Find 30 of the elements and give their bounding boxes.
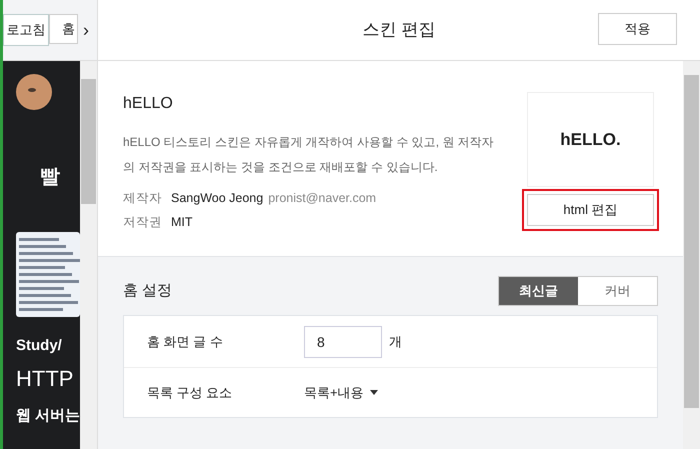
unit-label: 개 <box>389 332 402 351</box>
tab[interactable]: 최신글 <box>499 277 578 305</box>
scrollbar[interactable] <box>683 61 700 449</box>
avatar-icon <box>16 74 52 110</box>
refresh-button[interactable]: 로고침 <box>3 14 49 46</box>
skin-name: hELLO <box>123 94 174 114</box>
section-title: 홈 설정 <box>123 280 172 301</box>
blog-title: 빨 <box>40 165 61 190</box>
meta-value: SangWoo Jeong <box>171 190 264 207</box>
html-edit-button[interactable]: html 편집 <box>527 194 654 226</box>
apply-button[interactable]: 적용 <box>598 13 677 45</box>
meta-label: 제작자 <box>123 190 163 207</box>
thumbnail-logo: hELLO. <box>560 128 621 151</box>
post-category: Study/ <box>16 336 63 356</box>
tab[interactable]: 커버 <box>578 277 657 305</box>
scrollbar[interactable] <box>80 61 97 449</box>
window-title: 스킨 편집 <box>362 19 436 42</box>
meta-label: 저작권 <box>123 214 163 231</box>
post-title: HTTP <box>16 364 74 392</box>
post-excerpt: 웹 서버는 <box>16 406 80 426</box>
list-dropdown[interactable]: 목록+내용 <box>304 382 378 402</box>
setting-label: 목록 구성 요소 <box>147 384 234 402</box>
setting-label: 홈 화면 글 수 <box>147 332 224 351</box>
number-field[interactable]: 8 <box>304 326 382 358</box>
author-email: pronist@naver.com <box>268 190 376 207</box>
collapse-button[interactable]: › <box>79 18 93 42</box>
home-button[interactable]: 홈 <box>49 14 78 44</box>
caret-icon <box>370 390 378 395</box>
meta-value: MIT <box>171 214 193 231</box>
skin-description: hELLO 티스토리 스킨은 자유롭게 개작하여 사용할 수 있고, 원 저작자의 저작권을 표시하는 것을 조건으로 재배포할 수 있습니다. <box>123 134 495 176</box>
